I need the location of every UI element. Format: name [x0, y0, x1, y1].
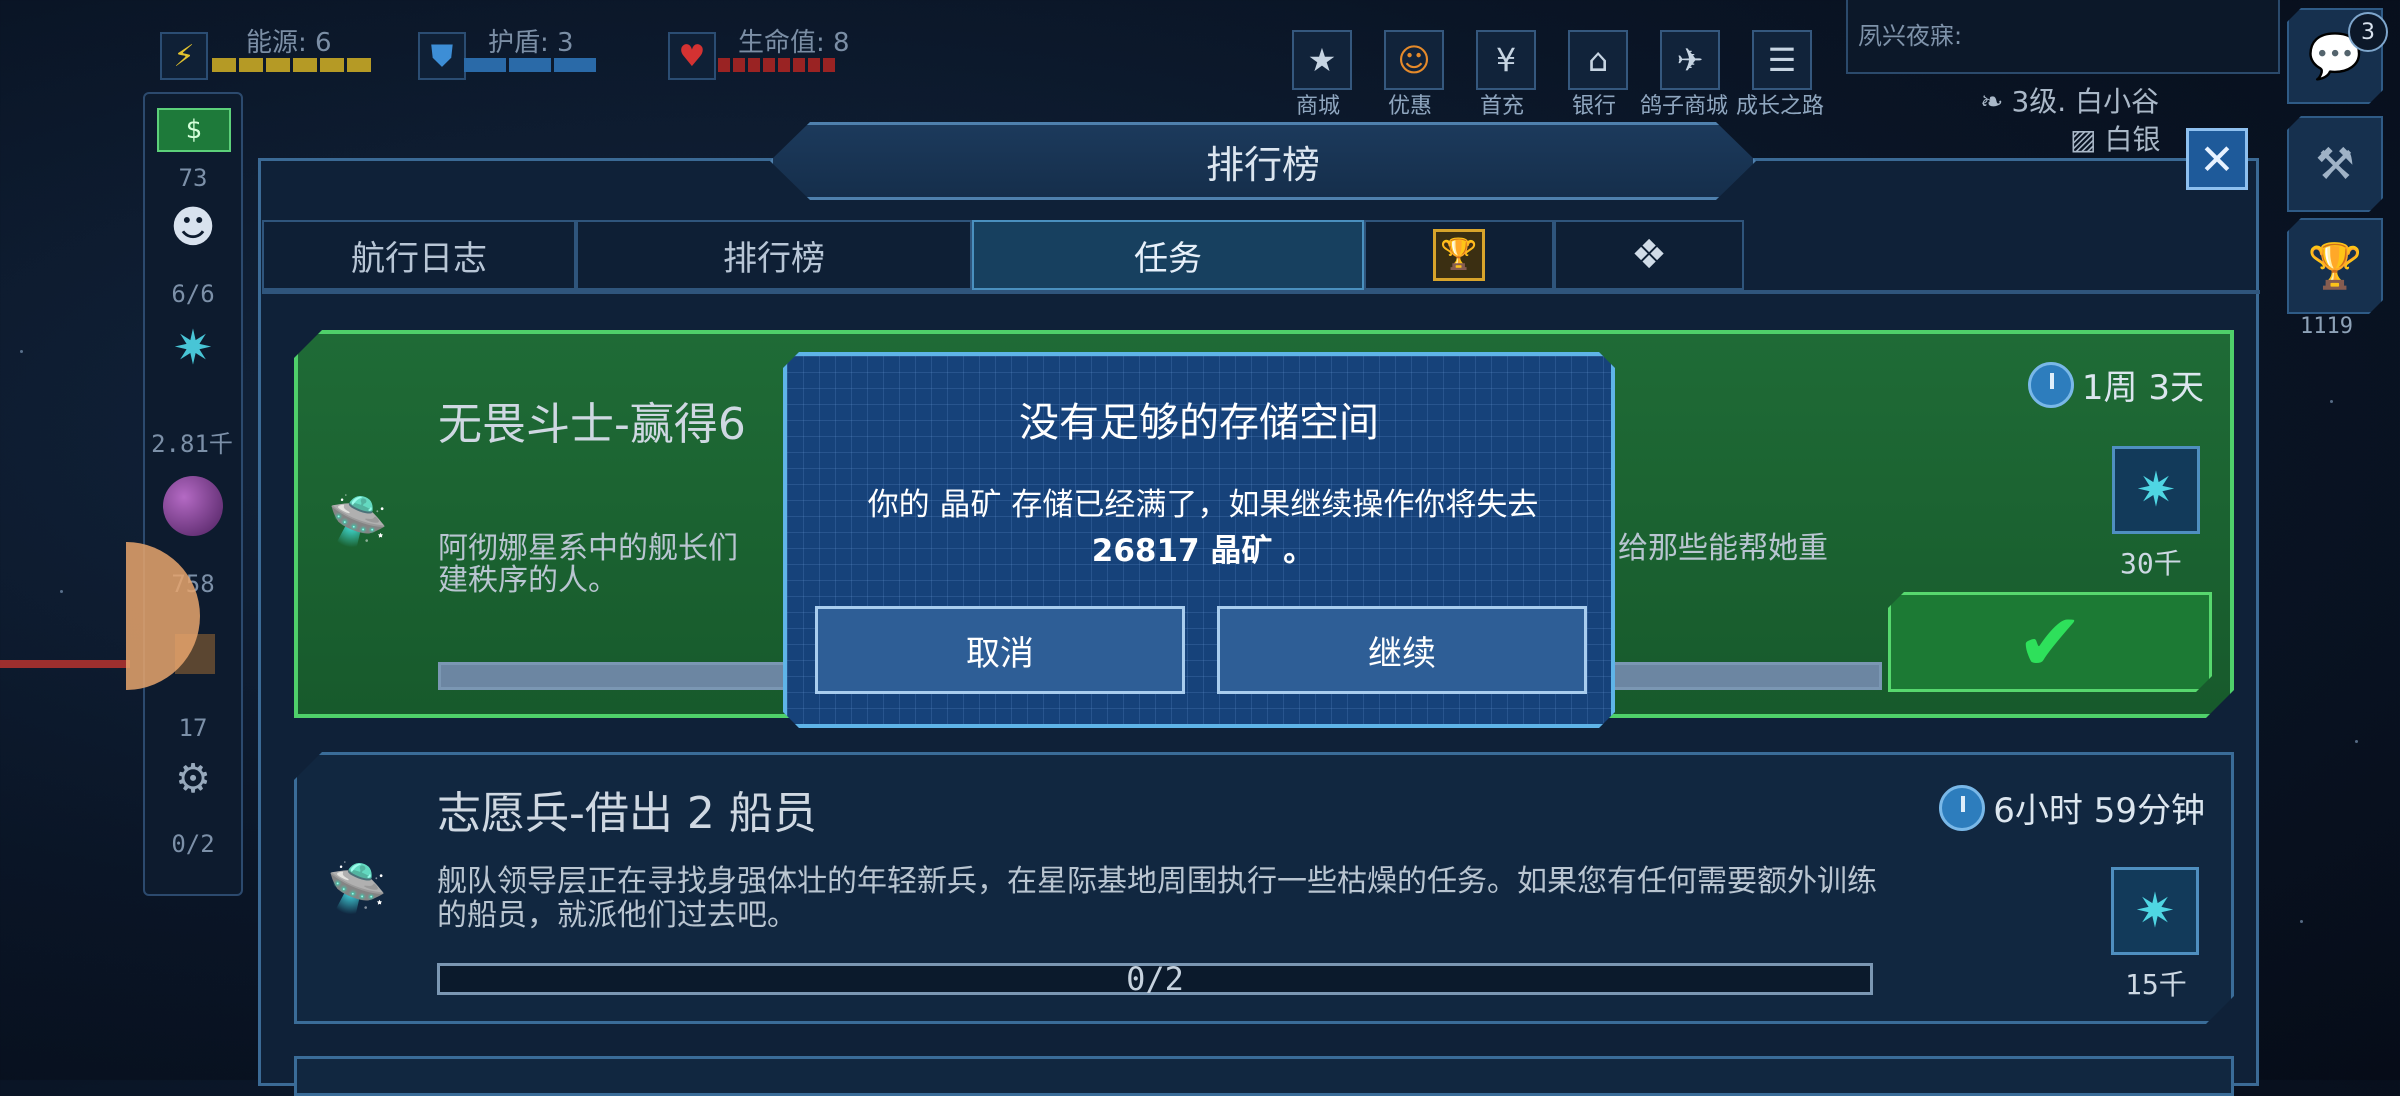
clock-icon [2028, 362, 2074, 408]
quest-card-partial [294, 1056, 2234, 1096]
chat-box[interactable]: 夙兴夜寐: [1846, 0, 2280, 74]
quest-card: 🛸 志愿兵-借出 2 船员 舰队领导层正在寻找身强体壮的年轻新兵，在星际基地周围… [294, 752, 2234, 1024]
trophy-icon: 🏆 [1433, 229, 1485, 281]
quest-title: 志愿兵-借出 2 船员 [437, 788, 817, 839]
dialog-message-line2: 26817 晶矿 。 [1091, 533, 1315, 569]
life-status: ♥ 生命值: 8 [668, 22, 908, 80]
quest-title: 无畏斗士-赢得6 [438, 399, 746, 450]
ufo-icon: 🛸 [328, 493, 388, 549]
lightning-icon: ⚡ [160, 32, 208, 80]
life-bar [718, 58, 835, 72]
quest-timer-text: 1周 3天 [2081, 368, 2204, 408]
panel-title: 排行榜 [770, 122, 1756, 200]
player-rank-text: 白银 [2104, 123, 2161, 156]
tab-alliance[interactable]: ❖ [1554, 220, 1744, 290]
player-rank: ▨ 白银 [2070, 118, 2160, 158]
money-count: 73 [178, 164, 208, 192]
money-icon[interactable]: $ [157, 108, 231, 152]
deals-label[interactable]: 优惠 [1388, 88, 1432, 120]
continue-button[interactable]: 继续 [1217, 606, 1587, 694]
quest-timer: 1周 3天 [2028, 360, 2204, 409]
checkmark-icon: ✔ [2016, 595, 2084, 689]
resource-sidebar: $ 73 ☻ 6/6 ✷ 2.81千 758 17 ⚙ 0/2 [143, 92, 243, 896]
clock-icon [1939, 785, 1985, 831]
close-button[interactable]: ✕ [2186, 128, 2248, 190]
chat-preview: 夙兴夜寐: [1858, 22, 1963, 50]
quest-timer: 6小时 59分钟 [1939, 783, 2205, 832]
star [20, 350, 23, 353]
star [2300, 920, 2303, 923]
parts-count: 17 [178, 714, 208, 742]
dialog-message: 你的 晶矿 存储已经满了，如果继续操作你将失去 26817 晶矿 。 [807, 482, 1599, 574]
crew-icon[interactable]: ☻ [163, 202, 223, 253]
energy-bar [212, 58, 371, 72]
ufo-icon: 🛸 [327, 860, 387, 916]
shield-bar [464, 58, 596, 72]
shield-icon: ⛊ [418, 32, 466, 80]
cancel-button[interactable]: 取消 [815, 606, 1185, 694]
yen-icon[interactable]: ¥ [1476, 30, 1536, 90]
energy-label: 能源: 6 [246, 28, 332, 58]
crystal-icon[interactable]: ✷ [159, 320, 227, 380]
dialog-message-line1: 你的 晶矿 存储已经满了，如果继续操作你将失去 [867, 487, 1539, 523]
smile-icon[interactable]: ☺ [1384, 30, 1444, 90]
panel-tabs: 航行日志 排行榜 任务 🏆 ❖ [262, 220, 1744, 290]
player-level-text: 3级. 白小谷 [2011, 85, 2160, 118]
player-level: ❧ 3级. 白小谷 [1980, 80, 2159, 120]
shield-status: ⛊ 护盾: 3 [418, 22, 658, 80]
drone-count: 0/2 [171, 830, 215, 858]
crystal-reward-icon: ✷ [2112, 446, 2200, 534]
tab-voyage-log[interactable]: 航行日志 [262, 220, 576, 290]
life-label: 生命值: 8 [738, 28, 850, 58]
quest-timer-text: 6小时 59分钟 [1993, 791, 2205, 831]
tab-trophy[interactable]: 🏆 [1364, 220, 1554, 290]
star-icon[interactable]: ★ [1292, 30, 1352, 90]
star [60, 590, 63, 593]
bank-icon[interactable]: ⌂ [1568, 30, 1628, 90]
quest-progress-bar: 0/2 [437, 963, 1873, 995]
first-charge-label[interactable]: 首充 [1480, 88, 1524, 120]
shield-label: 护盾: 3 [488, 28, 574, 58]
dove-icon[interactable]: ✈ [1660, 30, 1720, 90]
build-button[interactable]: ⚒ [2287, 116, 2383, 212]
quest-description: 舰队领导层正在寻找身强体壮的年轻新兵，在星际基地周围执行一些枯燥的任务。如果您有… [437, 864, 1877, 933]
bank-label[interactable]: 银行 [1572, 88, 1616, 120]
quest-reward: 15千 [2125, 968, 2187, 1001]
chat-badge: 3 [2348, 12, 2388, 52]
tab-ranking[interactable]: 排行榜 [576, 220, 972, 290]
heart-icon: ♥ [668, 32, 716, 80]
star [2330, 400, 2333, 403]
dove-shop-label[interactable]: 鸽子商城 [1640, 88, 1728, 120]
crystal-count: 2.81千 [151, 430, 233, 458]
drone-icon[interactable]: ⚙ [163, 756, 223, 806]
crystal-reward-icon: ✷ [2111, 867, 2199, 955]
crew-count: 6/6 [171, 280, 215, 308]
growth-path-label[interactable]: 成长之路 [1736, 88, 1824, 120]
wing-icon: ❧ [1980, 85, 2004, 118]
close-icon: ✕ [2199, 134, 2235, 184]
star [2355, 740, 2358, 743]
orb-icon[interactable] [163, 476, 223, 536]
trophy-icon: 🏆 [2307, 241, 2363, 292]
diamonds-icon: ❖ [1631, 232, 1667, 278]
claim-button[interactable]: ✔ [1888, 592, 2212, 692]
tab-divider [262, 290, 2260, 294]
shop-label[interactable]: 商城 [1296, 88, 1340, 120]
dialog-title: 没有足够的存储空间 [1019, 400, 1379, 446]
quest-reward: 30千 [2120, 547, 2182, 580]
tab-missions[interactable]: 任务 [972, 220, 1364, 290]
hammer-icon: ⚒ [2315, 138, 2355, 190]
quest-description-right: 给那些能帮她重 [1618, 531, 1828, 566]
quest-progress-text: 0/2 [1126, 960, 1184, 998]
energy-status: ⚡ 能源: 6 [160, 22, 400, 80]
trophy-button[interactable]: 🏆 [2287, 218, 2383, 314]
laser-beam [0, 660, 130, 668]
storage-full-dialog: 没有足够的存储空间 你的 晶矿 存储已经满了，如果继续操作你将失去 26817 … [783, 352, 1615, 728]
quest-description-left: 阿彻娜星系中的舰长们 [438, 531, 738, 566]
trophy-count: 1119 [2300, 314, 2353, 339]
rank-icon: ▨ [2070, 123, 2097, 156]
list-icon[interactable]: ☰ [1752, 30, 1812, 90]
